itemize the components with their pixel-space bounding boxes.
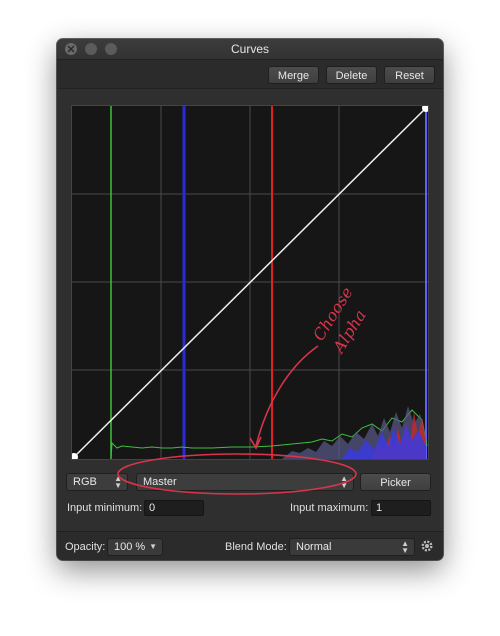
- blend-mode-label: Blend Mode:: [225, 541, 287, 553]
- delete-button[interactable]: Delete: [326, 66, 377, 84]
- channel-select-value: RGB: [73, 476, 97, 488]
- curve-select[interactable]: Master ▲ ▼: [136, 473, 354, 491]
- curves-graph[interactable]: [71, 105, 429, 460]
- opacity-select[interactable]: 100 % ▼: [107, 538, 163, 556]
- opacity-label: Opacity:: [65, 541, 106, 553]
- picker-button[interactable]: Picker: [360, 473, 431, 491]
- updown-arrows-icon: ▲ ▼: [401, 539, 409, 555]
- channel-select[interactable]: RGB ▲ ▼: [66, 473, 128, 491]
- merge-button[interactable]: Merge: [268, 66, 319, 84]
- input-maximum-field[interactable]: 1: [371, 500, 431, 516]
- updown-arrows-icon: ▲ ▼: [114, 474, 122, 490]
- window-title: Curves: [230, 42, 269, 56]
- gear-icon[interactable]: [420, 539, 434, 553]
- toolbar: Merge Delete Reset: [57, 60, 443, 89]
- opacity-value: 100 %: [114, 541, 146, 553]
- curve-select-value: Master: [143, 476, 177, 488]
- input-minimum-label: Input minimum:: [67, 502, 143, 514]
- title-bar: Curves: [57, 39, 443, 60]
- blend-mode-value: Normal: [296, 541, 332, 553]
- blend-mode-select[interactable]: Normal ▲ ▼: [289, 538, 415, 556]
- input-minimum-field[interactable]: 0: [144, 500, 204, 516]
- dropdown-arrow-icon: ▼: [149, 542, 157, 551]
- input-maximum-label: Input maximum:: [290, 502, 369, 514]
- updown-arrows-icon: ▲ ▼: [340, 474, 348, 490]
- reset-button[interactable]: Reset: [384, 66, 435, 84]
- curves-window: Curves Merge Delete Reset RGB ▲ ▼ Master…: [57, 39, 443, 560]
- footer-bar: Opacity: 100 % ▼ Blend Mode: Normal ▲ ▼: [57, 531, 443, 560]
- curves-canvas[interactable]: [72, 106, 428, 459]
